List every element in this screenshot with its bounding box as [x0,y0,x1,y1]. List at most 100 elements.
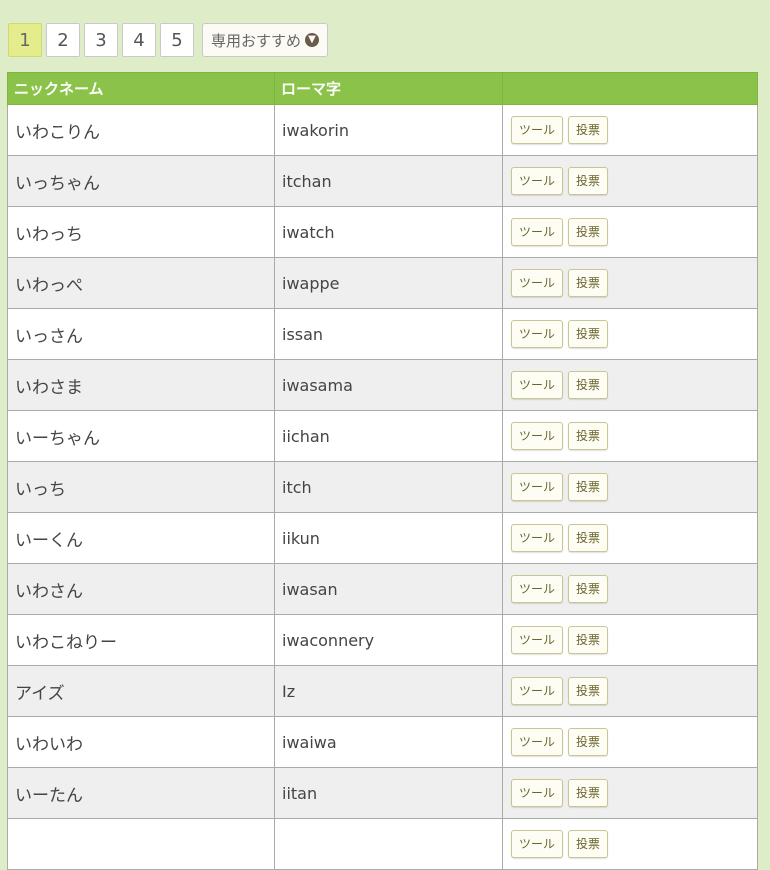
tool-button[interactable]: ツール [511,779,563,807]
romaji-cell: Iz [274,665,503,717]
tool-button[interactable]: ツール [511,218,563,246]
page-2-button[interactable]: 2 [46,23,80,57]
romaji-cell: iwaiwa [274,716,503,768]
actions-cell: ツール 投票 [502,410,758,462]
tool-button[interactable]: ツール [511,167,563,195]
nickname-cell: いーくん [7,512,275,564]
column-header-nickname: ニックネーム [7,72,275,105]
actions-cell: ツール 投票 [502,563,758,615]
nickname-cell: いっち [7,461,275,513]
romaji-cell: iwappe [274,257,503,309]
nickname-cell: いわさま [7,359,275,411]
table-row: いっさん issan ツール 投票 [7,308,758,360]
actions-cell: ツール 投票 [502,512,758,564]
table-row: いわっぺ iwappe ツール 投票 [7,257,758,309]
table-row: いわさま iwasama ツール 投票 [7,359,758,411]
tool-button[interactable]: ツール [511,371,563,399]
recommend-button[interactable]: 専用おすすめ ▼ [202,23,329,57]
nickname-cell: いーちゃん [7,410,275,462]
page-1-button[interactable]: 1 [8,23,42,57]
vote-button[interactable]: 投票 [568,728,608,756]
nickname-cell: いっさん [7,308,275,360]
nickname-table-container: ニックネーム ローマ字 いわこりん iwakorin ツール 投票 いっちゃん itcha… [7,72,758,870]
actions-cell: ツール 投票 [502,257,758,309]
vote-button[interactable]: 投票 [568,167,608,195]
vote-button[interactable]: 投票 [568,218,608,246]
vote-button[interactable]: 投票 [568,116,608,144]
tool-button[interactable]: ツール [511,728,563,756]
tool-button[interactable]: ツール [511,422,563,450]
tool-button[interactable]: ツール [511,320,563,348]
actions-cell: ツール 投票 [502,308,758,360]
table-row: いーちゃん iichan ツール 投票 [7,410,758,462]
romaji-cell: iwasan [274,563,503,615]
vote-button[interactable]: 投票 [568,269,608,297]
tool-button[interactable]: ツール [511,524,563,552]
table-row: ツール 投票 [7,818,758,870]
page-5-button[interactable]: 5 [160,23,194,57]
nickname-cell: いわこねりー [7,614,275,666]
actions-cell: ツール 投票 [502,359,758,411]
vote-button[interactable]: 投票 [568,524,608,552]
nickname-cell: いわこりん [7,104,275,156]
download-circle-icon: ▼ [305,33,320,47]
romaji-cell: itch [274,461,503,513]
romaji-cell: iwatch [274,206,503,258]
vote-button[interactable]: 投票 [568,677,608,705]
table-header-row: ニックネーム ローマ字 [7,72,758,105]
nickname-cell: いわっぺ [7,257,275,309]
table-row: いわこねりー iwaconnery ツール 投票 [7,614,758,666]
pagination: 1 2 3 4 5 専用おすすめ ▼ [8,23,329,57]
table-row: いっちゃん itchan ツール 投票 [7,155,758,207]
vote-button[interactable]: 投票 [568,830,608,858]
vote-button[interactable]: 投票 [568,575,608,603]
tool-button[interactable]: ツール [511,473,563,501]
vote-button[interactable]: 投票 [568,626,608,654]
actions-cell: ツール 投票 [502,155,758,207]
vote-button[interactable]: 投票 [568,473,608,501]
actions-cell: ツール 投票 [502,665,758,717]
vote-button[interactable]: 投票 [568,779,608,807]
romaji-cell: iwakorin [274,104,503,156]
actions-cell: ツール 投票 [502,104,758,156]
nickname-table: ニックネーム ローマ字 いわこりん iwakorin ツール 投票 いっちゃん itcha… [7,72,758,870]
vote-button[interactable]: 投票 [568,371,608,399]
actions-cell: ツール 投票 [502,206,758,258]
tool-button[interactable]: ツール [511,830,563,858]
page-4-button[interactable]: 4 [122,23,156,57]
actions-cell: ツール 投票 [502,716,758,768]
vote-button[interactable]: 投票 [568,320,608,348]
table-row: いーくん iikun ツール 投票 [7,512,758,564]
tool-button[interactable]: ツール [511,575,563,603]
actions-cell: ツール 投票 [502,461,758,513]
table-row: いわっち iwatch ツール 投票 [7,206,758,258]
nickname-cell: いわいわ [7,716,275,768]
nickname-cell: アイズ [7,665,275,717]
romaji-cell: itchan [274,155,503,207]
romaji-cell: issan [274,308,503,360]
tool-button[interactable]: ツール [511,677,563,705]
tool-button[interactable]: ツール [511,269,563,297]
tool-button[interactable]: ツール [511,116,563,144]
tool-button[interactable]: ツール [511,626,563,654]
romaji-cell [274,818,503,870]
romaji-cell: iichan [274,410,503,462]
romaji-cell: iitan [274,767,503,819]
table-row: いわこりん iwakorin ツール 投票 [7,104,758,156]
table-row: アイズ Iz ツール 投票 [7,665,758,717]
table-row: いーたん iitan ツール 投票 [7,767,758,819]
page-3-button[interactable]: 3 [84,23,118,57]
table-row: いわいわ iwaiwa ツール 投票 [7,716,758,768]
table-row: いっち itch ツール 投票 [7,461,758,513]
romaji-cell: iwaconnery [274,614,503,666]
nickname-cell: いわさん [7,563,275,615]
recommend-label: 専用おすすめ [211,31,302,50]
nickname-cell: いわっち [7,206,275,258]
actions-cell: ツール 投票 [502,767,758,819]
column-header-romaji: ローマ字 [274,72,503,105]
nickname-cell: いーたん [7,767,275,819]
column-header-actions [502,72,758,105]
vote-button[interactable]: 投票 [568,422,608,450]
actions-cell: ツール 投票 [502,818,758,870]
nickname-cell: いっちゃん [7,155,275,207]
